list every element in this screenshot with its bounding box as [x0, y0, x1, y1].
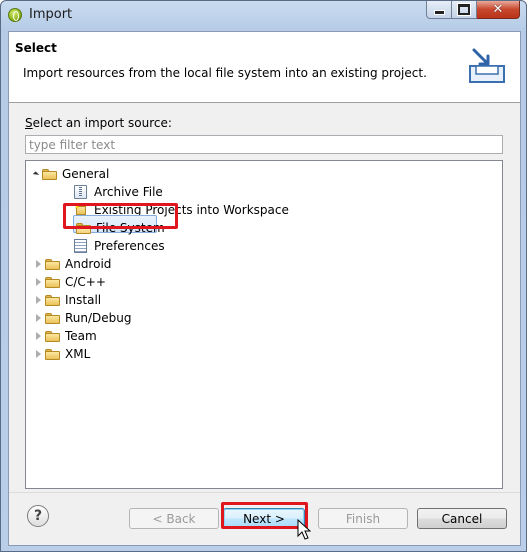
filter-input[interactable]	[25, 135, 503, 154]
tree-item-label: Run/Debug	[65, 311, 132, 325]
collapsed-arrow-icon[interactable]	[36, 314, 41, 322]
collapsed-arrow-icon[interactable]	[36, 278, 41, 286]
tree-item-preferences[interactable]: Preferences	[74, 237, 165, 255]
maximize-button[interactable]	[452, 1, 477, 19]
tree-item-label: C/C++	[65, 275, 106, 289]
mnemonic-letter: S	[25, 116, 33, 130]
archive-file-icon	[74, 185, 87, 199]
tree-item-label: Preferences	[94, 239, 165, 253]
folder-icon	[45, 276, 60, 288]
collapsed-arrow-icon[interactable]	[36, 350, 41, 358]
window-controls: ✕	[426, 1, 520, 19]
tree-item-install[interactable]: Install	[36, 291, 101, 309]
tree-item-label: Team	[65, 329, 97, 343]
folder-icon	[45, 294, 60, 306]
tree-item-archive-file[interactable]: Archive File	[74, 183, 163, 201]
help-button[interactable]: ?	[27, 505, 49, 527]
import-source-tree[interactable]: General Archive File Existing Projects i…	[25, 160, 503, 489]
wizard-header: Select Import resources from the local f…	[9, 32, 520, 103]
cancel-button[interactable]: Cancel	[417, 508, 507, 529]
tree-item-label: General	[62, 167, 110, 181]
tree-item-general[interactable]: General	[32, 165, 110, 183]
tree-item-run-debug[interactable]: Run/Debug	[36, 309, 132, 327]
tree-item-label: Install	[65, 293, 102, 307]
expanded-arrow-icon[interactable]	[32, 170, 40, 178]
preferences-icon	[74, 239, 87, 253]
folder-icon	[45, 312, 60, 324]
file-system-highlight-box	[63, 203, 178, 229]
tree-item-team[interactable]: Team	[36, 327, 97, 345]
maximize-icon	[458, 4, 470, 15]
import-source-label: Select an import source:	[25, 116, 172, 130]
eclipse-app-icon	[8, 8, 22, 22]
collapsed-arrow-icon[interactable]	[36, 296, 41, 304]
minimize-button[interactable]	[426, 1, 452, 19]
folder-icon	[45, 348, 60, 360]
collapsed-arrow-icon[interactable]	[36, 332, 41, 340]
dialog-content: Select Import resources from the local f…	[8, 31, 521, 546]
finish-button[interactable]: Finish	[318, 508, 408, 529]
close-button[interactable]: ✕	[477, 1, 520, 19]
window-title: Import	[29, 7, 73, 22]
footer-divider	[9, 492, 520, 493]
back-button[interactable]: < Back	[129, 508, 219, 529]
next-highlight-box	[221, 502, 308, 529]
import-source-label-text: elect an import source:	[32, 116, 172, 130]
close-icon: ✕	[492, 2, 504, 17]
minimize-icon	[433, 10, 445, 15]
folder-icon	[45, 258, 60, 270]
tree-item-android[interactable]: Android	[36, 255, 111, 273]
collapsed-arrow-icon[interactable]	[36, 260, 41, 268]
tree-item-xml[interactable]: XML	[36, 345, 90, 363]
page-title: Select	[15, 41, 57, 55]
tree-item-c-cpp[interactable]: C/C++	[36, 273, 106, 291]
folder-icon	[42, 168, 57, 180]
tree-item-label: Android	[65, 257, 112, 271]
mouse-cursor-icon	[297, 519, 311, 540]
import-dialog-window: Import ✕ Select Import resources from th…	[0, 0, 527, 552]
folder-icon	[45, 330, 60, 342]
title-bar[interactable]: Import ✕	[1, 1, 526, 30]
page-description: Import resources from the local file sys…	[23, 66, 427, 80]
tree-item-label: Archive File	[94, 185, 163, 199]
import-banner-icon	[469, 48, 505, 83]
tree-item-label: XML	[65, 347, 91, 361]
